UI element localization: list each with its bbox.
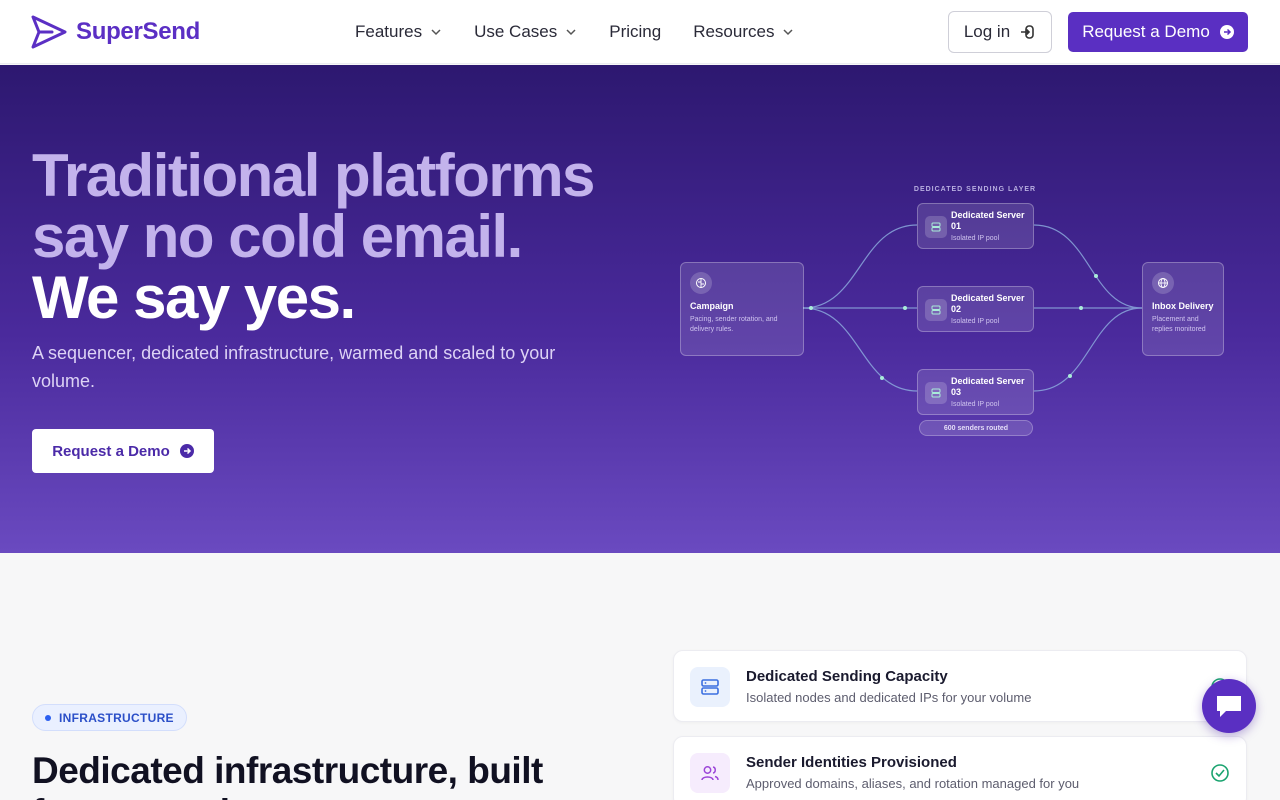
inbox-title: Inbox Delivery	[1152, 301, 1214, 311]
card-title: Dedicated Sending Capacity	[746, 668, 948, 685]
nav-use-cases[interactable]: Use Cases	[474, 22, 577, 42]
nav-pricing[interactable]: Pricing	[609, 22, 661, 42]
inbox-delivery-node: Inbox Delivery Placement and replies mon…	[1142, 262, 1224, 356]
card-title: Sender Identities Provisioned	[746, 754, 957, 771]
hero-section: Traditional platforms say no cold email.…	[0, 65, 1280, 553]
server-title: Dedicated Server 03	[951, 376, 1025, 397]
request-demo-nav-button[interactable]: Request a Demo	[1068, 12, 1248, 52]
server-node-01: Dedicated Server 01 Isolated IP pool	[917, 203, 1034, 249]
nav-label: Resources	[693, 22, 775, 41]
nav-links: Features Use Cases Pricing Resources	[355, 0, 826, 64]
badge-label: INFRASTRUCTURE	[59, 710, 174, 725]
server-desc: Isolated IP pool	[951, 235, 1000, 242]
campaign-node: Campaign Pacing, sender rotation, and de…	[680, 262, 804, 356]
nav-resources[interactable]: Resources	[693, 22, 794, 42]
nav-features[interactable]: Features	[355, 22, 442, 42]
login-label: Log in	[963, 22, 1011, 41]
inbox-desc: Placement and replies monitored	[1152, 316, 1206, 333]
campaign-desc: Pacing, sender rotation, and delivery ru…	[690, 316, 778, 333]
server-icon	[925, 216, 947, 238]
server-node-03: Dedicated Server 03 Isolated IP pool	[917, 369, 1034, 415]
top-nav: SuperSend Features Use Cases Pricing Res…	[0, 0, 1280, 64]
campaign-title: Campaign	[690, 301, 734, 311]
server-icon	[925, 299, 947, 321]
server-desc: Isolated IP pool	[951, 318, 1000, 325]
senders-routed-pill: 600 senders routed	[919, 420, 1033, 436]
arrow-right-circle-icon	[1219, 25, 1234, 39]
chat-launcher-button[interactable]	[1202, 679, 1256, 733]
logo[interactable]: SuperSend	[30, 14, 200, 50]
card-desc: Isolated nodes and dedicated IPs for you…	[746, 690, 1032, 705]
layer-label: DEDICATED SENDING LAYER	[913, 186, 1037, 193]
sending-layer-diagram: DEDICATED SENDING LAYER Campaign Pacing,…	[0, 65, 1280, 553]
section-title-line-2: for your volume	[32, 790, 305, 800]
paper-plane-logo-icon	[31, 15, 67, 49]
feature-card-sending-capacity[interactable]: Dedicated Sending Capacity Isolated node…	[673, 650, 1247, 722]
infrastructure-badge: INFRASTRUCTURE	[32, 704, 187, 731]
server-title: Dedicated Server 01	[951, 210, 1025, 231]
chevron-down-icon	[566, 29, 576, 36]
server-icon	[925, 382, 947, 404]
chevron-down-icon	[783, 29, 793, 36]
chevron-down-icon	[431, 29, 441, 36]
demo-label: Request a Demo	[1082, 22, 1210, 41]
server-node-02: Dedicated Server 02 Isolated IP pool	[917, 286, 1034, 332]
login-button[interactable]: Log in	[948, 11, 1052, 53]
server-desc: Isolated IP pool	[951, 401, 1000, 408]
nav-label: Pricing	[609, 22, 662, 41]
brain-icon	[690, 272, 712, 294]
check-circle-icon	[1211, 764, 1229, 782]
globe-icon	[1152, 272, 1174, 294]
card-desc: Approved domains, aliases, and rotation …	[746, 776, 1080, 791]
nav-label: Features	[355, 22, 423, 41]
chat-bubble-icon	[1217, 696, 1241, 717]
nav-label: Use Cases	[474, 22, 558, 41]
diagram-connectors	[802, 224, 1143, 392]
users-icon	[690, 753, 730, 793]
login-icon	[1021, 25, 1034, 39]
feature-card-sender-identities[interactable]: Sender Identities Provisioned Approved d…	[673, 736, 1247, 800]
server-icon	[690, 667, 730, 707]
section-title: Dedicated infrastructure, built	[32, 750, 543, 791]
badge-dot	[45, 714, 51, 721]
brand-name: SuperSend	[76, 18, 200, 45]
server-title: Dedicated Server 02	[951, 293, 1025, 314]
